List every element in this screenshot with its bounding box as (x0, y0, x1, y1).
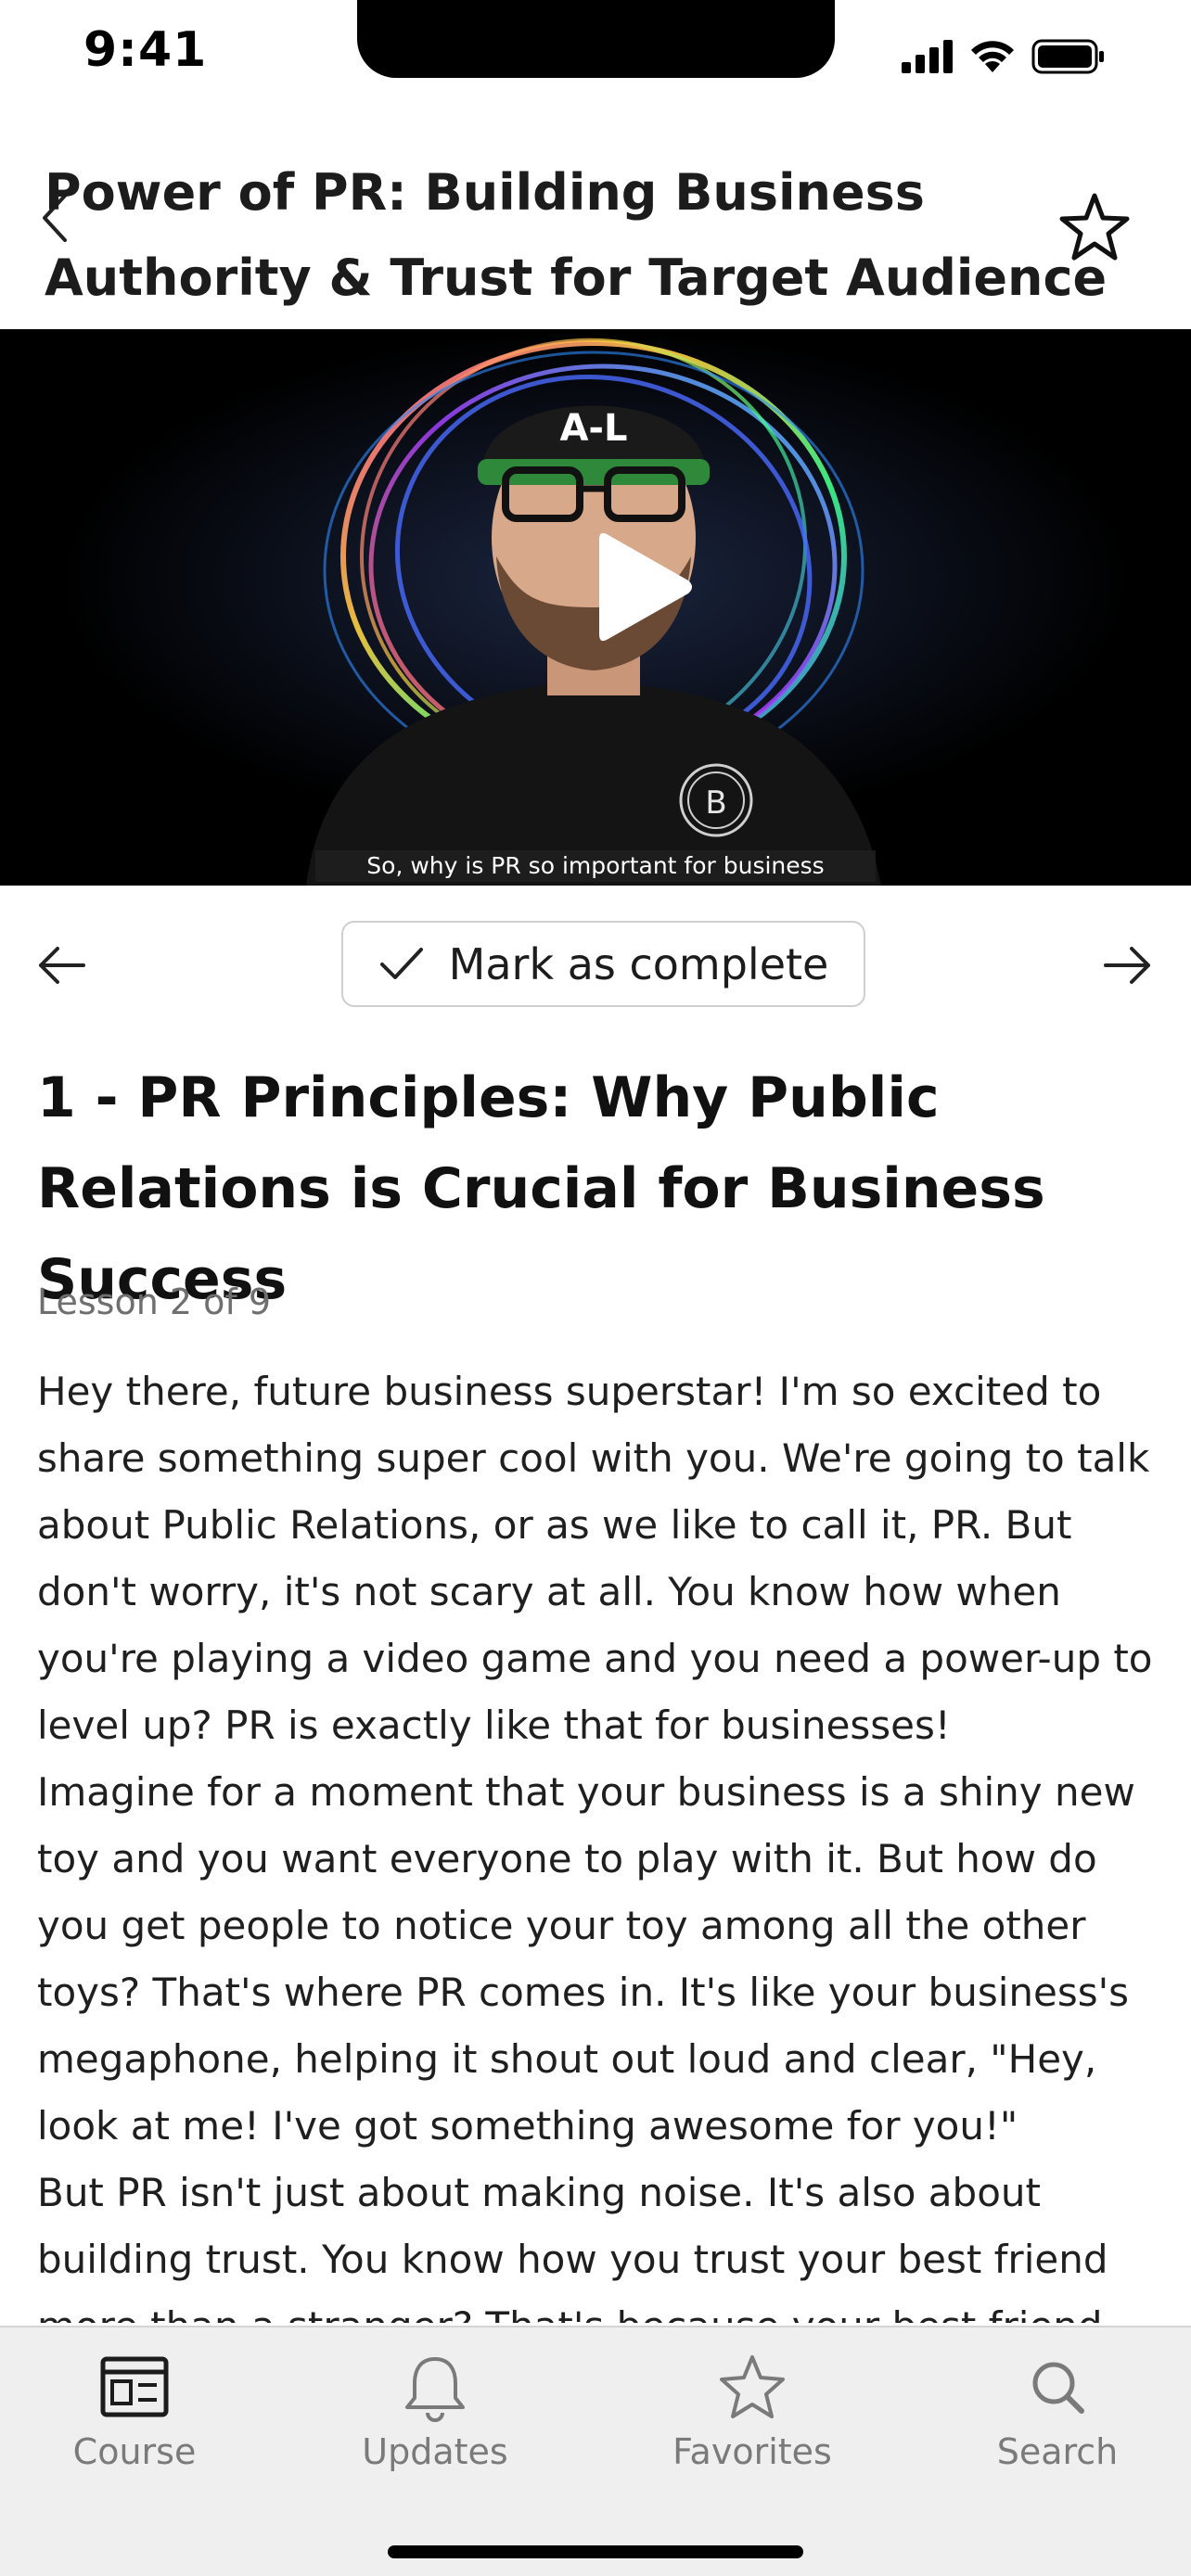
svg-text:A-L: A-L (559, 407, 627, 450)
lesson-body: Hey there, future business superstar! I'… (37, 1358, 1173, 2323)
tab-course[interactable]: Course (14, 2352, 255, 2481)
cellular-signal-icon (902, 40, 953, 73)
tab-favorites[interactable]: Favorites (632, 2352, 873, 2481)
tab-updates-label: Updates (362, 2431, 508, 2472)
tab-updates[interactable]: Updates (314, 2352, 556, 2481)
svg-text:B: B (705, 784, 726, 822)
star-icon (720, 2355, 785, 2418)
tab-search[interactable]: Search (937, 2352, 1178, 2481)
bell-icon (405, 2357, 465, 2422)
tab-course-label: Course (72, 2431, 197, 2472)
status-time: 9:41 (83, 22, 208, 78)
course-icon (100, 2356, 169, 2417)
checkmark-icon (379, 947, 423, 979)
status-icons (902, 35, 1106, 78)
home-indicator (388, 2545, 803, 2558)
battery-icon (1031, 39, 1104, 74)
lesson-paragraph: But PR isn't just about making noise. It… (37, 2170, 1108, 2323)
lesson-video-player[interactable]: A-L B So, why is PR so important for bus… (0, 329, 1191, 886)
status-bar: 9:41 (0, 0, 1191, 102)
search-icon (1032, 2362, 1084, 2414)
lesson-header: Power of PR: Building Business Authority… (0, 102, 1191, 392)
video-caption: So, why is PR so important for business … (315, 850, 876, 886)
tab-favorites-label: Favorites (672, 2431, 832, 2472)
lesson-progress: Lesson 2 of 9 (37, 1282, 272, 1322)
mark-as-complete-label: Mark as complete (448, 938, 829, 989)
lesson-navigation: Mark as complete (0, 886, 1191, 1043)
device-notch (357, 0, 835, 78)
lesson-paragraph: Imagine for a moment that your business … (37, 1769, 1135, 2149)
previous-lesson-arrow-icon[interactable] (35, 945, 87, 986)
favorite-star-icon[interactable] (1057, 190, 1132, 264)
tab-search-label: Search (996, 2431, 1119, 2472)
next-lesson-arrow-icon[interactable] (1102, 945, 1154, 986)
bottom-tab-bar: Course Updates Favorites Search (0, 2326, 1191, 2576)
wifi-icon (971, 41, 1014, 72)
mark-as-complete-button[interactable]: Mark as complete (341, 921, 865, 1007)
play-icon[interactable] (594, 527, 696, 647)
lesson-paragraph: Hey there, future business superstar! I'… (37, 1369, 1153, 1748)
